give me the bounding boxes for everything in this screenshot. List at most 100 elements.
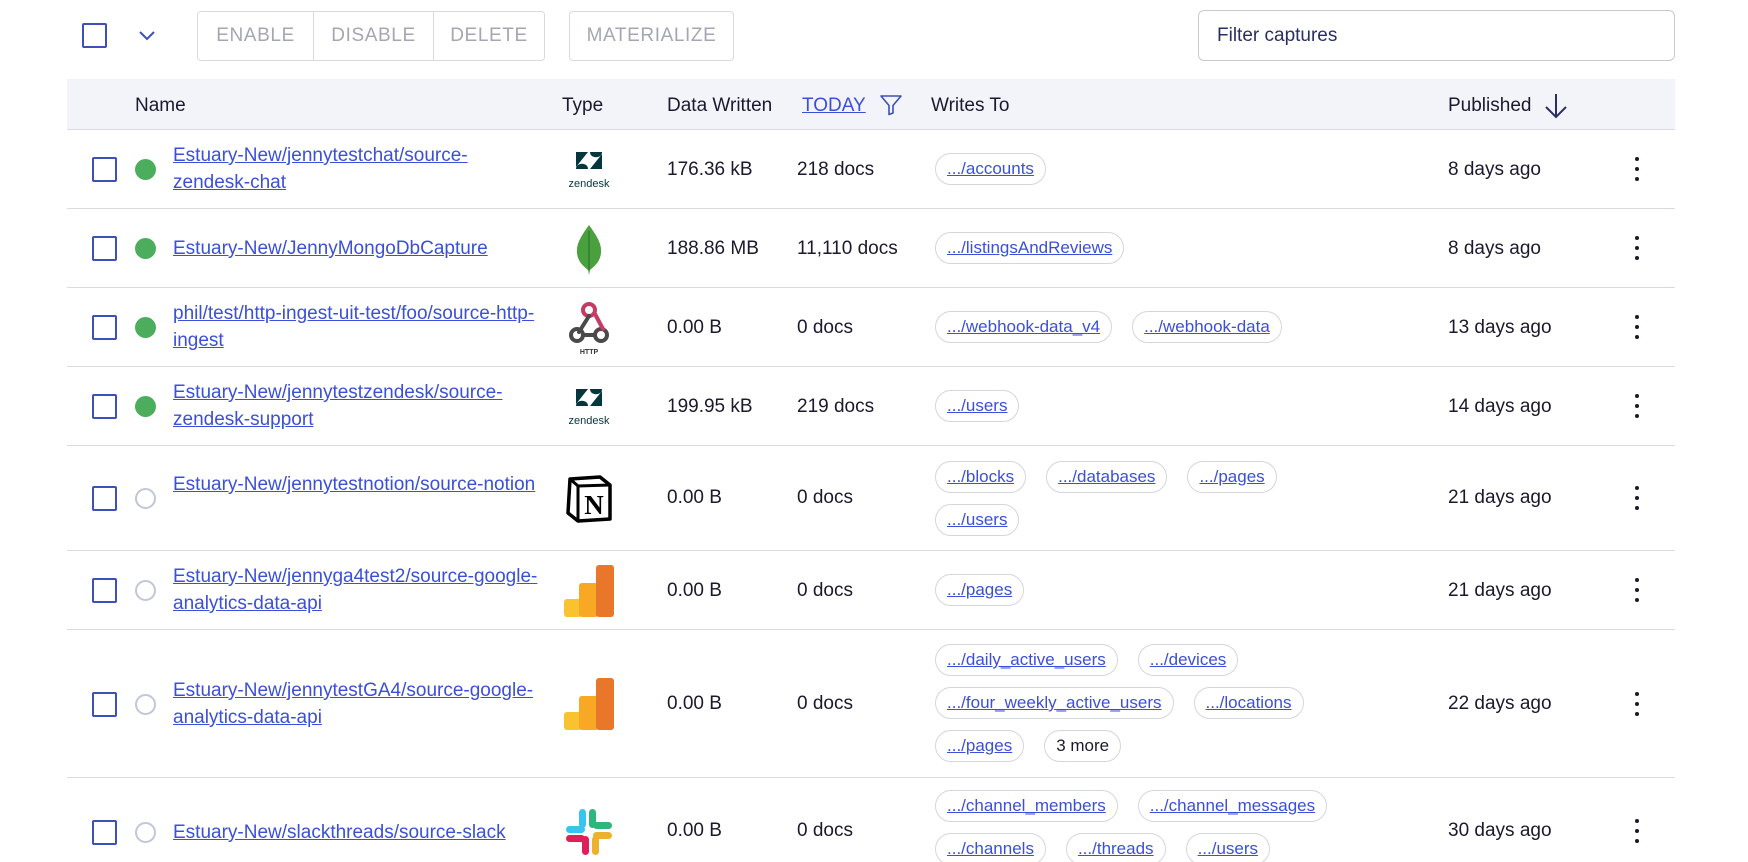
table-row: Estuary-New/jennyga4test2/source-google-… bbox=[67, 551, 1675, 630]
published-time: 21 days ago bbox=[1448, 580, 1552, 601]
capture-name-link[interactable]: Estuary-New/JennyMongoDbCapture bbox=[173, 235, 543, 262]
writes-to-list: .../channel_members .../channel_messages… bbox=[935, 790, 1375, 862]
capture-name-link[interactable]: Estuary-New/jennytestnotion/source-notio… bbox=[173, 471, 543, 498]
collection-chip[interactable]: .../users bbox=[935, 390, 1020, 422]
collection-chip[interactable]: .../daily_active_users bbox=[935, 644, 1118, 676]
status-active-indicator bbox=[135, 159, 156, 180]
capture-name-link[interactable]: phil/test/http-ingest-uit-test/foo/sourc… bbox=[173, 300, 543, 354]
published-time: 14 days ago bbox=[1448, 396, 1552, 417]
docs-count: 0 docs bbox=[797, 487, 853, 508]
table-header: Name Type Data Written TODAY Writes To P… bbox=[67, 79, 1675, 130]
capture-name-link[interactable]: Estuary-New/jennytestchat/source-zendesk… bbox=[173, 142, 543, 196]
enable-button[interactable]: ENABLE bbox=[198, 12, 314, 60]
filter-icon[interactable] bbox=[879, 93, 903, 117]
row-checkbox[interactable] bbox=[92, 157, 117, 182]
row-checkbox[interactable] bbox=[92, 820, 117, 845]
collection-chip[interactable]: .../pages bbox=[1187, 461, 1277, 493]
toolbar: ENABLE DISABLE DELETE MATERIALIZE bbox=[0, 0, 1748, 70]
materialize-button[interactable]: MATERIALIZE bbox=[569, 11, 734, 61]
zendesk-logo-icon: zendesk bbox=[561, 379, 617, 435]
published-time: 8 days ago bbox=[1448, 238, 1541, 259]
table-row: phil/test/http-ingest-uit-test/foo/sourc… bbox=[67, 288, 1675, 367]
collection-chip[interactable]: .../four_weekly_active_users bbox=[935, 687, 1174, 719]
collection-chip[interactable]: .../locations bbox=[1193, 687, 1304, 719]
collection-chip[interactable]: .../webhook-data bbox=[1132, 311, 1282, 343]
captures-table: Name Type Data Written TODAY Writes To P… bbox=[67, 79, 1675, 862]
more-options-icon[interactable] bbox=[1625, 690, 1649, 718]
more-options-icon[interactable] bbox=[1625, 392, 1649, 420]
collection-chip[interactable]: .../users bbox=[1185, 833, 1271, 862]
published-time: 8 days ago bbox=[1448, 159, 1541, 180]
more-options-icon[interactable] bbox=[1625, 155, 1649, 183]
capture-name-link[interactable]: Estuary-New/slackthreads/source-slack bbox=[173, 819, 543, 846]
capture-name-link[interactable]: Estuary-New/jennytestGA4/source-google-a… bbox=[173, 677, 543, 731]
column-header-data-written: Data Written bbox=[667, 95, 773, 116]
collection-chip[interactable]: .../channels bbox=[935, 833, 1046, 862]
collection-chip[interactable]: .../pages bbox=[935, 574, 1025, 606]
collection-chip[interactable]: .../channel_members bbox=[935, 790, 1118, 822]
column-header-published[interactable]: Published bbox=[1448, 95, 1531, 117]
capture-name-link[interactable]: Estuary-New/jennytestzendesk/source-zend… bbox=[173, 379, 543, 433]
docs-count: 0 docs bbox=[797, 693, 853, 714]
delete-button[interactable]: DELETE bbox=[434, 12, 544, 60]
data-written-size: 188.86 MB bbox=[667, 238, 759, 259]
select-all-checkbox[interactable] bbox=[82, 23, 107, 48]
bulk-action-group: ENABLE DISABLE DELETE bbox=[197, 11, 545, 61]
column-header-name[interactable]: Name bbox=[135, 95, 186, 117]
filter-captures-input[interactable] bbox=[1198, 10, 1675, 61]
more-options-icon[interactable] bbox=[1625, 234, 1649, 262]
row-checkbox[interactable] bbox=[92, 315, 117, 340]
mongodb-logo-icon bbox=[561, 221, 617, 277]
writes-to-list: .../daily_active_users .../devices .../f… bbox=[935, 644, 1355, 762]
row-checkbox[interactable] bbox=[92, 236, 117, 261]
docs-count: 218 docs bbox=[797, 159, 875, 180]
sort-descending-arrow-icon[interactable] bbox=[1543, 92, 1569, 120]
status-active-indicator bbox=[135, 396, 156, 417]
data-written-size: 0.00 B bbox=[667, 693, 722, 714]
row-checkbox[interactable] bbox=[92, 394, 117, 419]
period-selector-link[interactable]: TODAY bbox=[802, 95, 866, 117]
status-inactive-indicator bbox=[135, 488, 156, 509]
table-row: Estuary-New/jennytestchat/source-zendesk… bbox=[67, 130, 1675, 209]
collection-chip[interactable]: .../devices bbox=[1137, 644, 1239, 676]
published-time: 13 days ago bbox=[1448, 317, 1552, 338]
writes-to-list: .../webhook-data_v4 .../webhook-data bbox=[935, 311, 1355, 343]
google-analytics-logo-icon bbox=[561, 676, 617, 732]
svg-text:zendesk: zendesk bbox=[569, 415, 610, 427]
more-options-icon[interactable] bbox=[1625, 576, 1649, 604]
row-checkbox[interactable] bbox=[92, 692, 117, 717]
collection-chip[interactable]: .../users bbox=[935, 504, 1020, 536]
notion-logo-icon: N bbox=[561, 471, 617, 527]
status-inactive-indicator bbox=[135, 580, 156, 601]
collection-chip[interactable]: .../listingsAndReviews bbox=[935, 232, 1125, 264]
published-time: 22 days ago bbox=[1448, 693, 1552, 714]
writes-to-list: .../accounts bbox=[935, 153, 1355, 185]
collection-chip[interactable]: .../webhook-data_v4 bbox=[935, 311, 1113, 343]
writes-to-list: .../listingsAndReviews bbox=[935, 232, 1355, 264]
svg-text:zendesk: zendesk bbox=[569, 178, 610, 190]
row-checkbox[interactable] bbox=[92, 578, 117, 603]
more-options-icon[interactable] bbox=[1625, 817, 1649, 845]
docs-count: 219 docs bbox=[797, 396, 875, 417]
collection-chip[interactable]: .../databases bbox=[1046, 461, 1168, 493]
row-checkbox[interactable] bbox=[92, 486, 117, 511]
writes-to-list: .../users bbox=[935, 390, 1355, 422]
slack-logo-icon bbox=[561, 804, 617, 860]
more-options-icon[interactable] bbox=[1625, 313, 1649, 341]
docs-count: 11,110 docs bbox=[797, 238, 898, 259]
table-row: Estuary-New/jennytestzendesk/source-zend… bbox=[67, 367, 1675, 446]
more-options-icon[interactable] bbox=[1625, 484, 1649, 512]
data-written-size: 199.95 kB bbox=[667, 396, 753, 417]
collection-chip[interactable]: .../pages bbox=[935, 730, 1025, 762]
collection-chip[interactable]: .../blocks bbox=[935, 461, 1027, 493]
collection-chip[interactable]: .../channel_messages bbox=[1137, 790, 1328, 822]
more-collections-chip[interactable]: 3 more bbox=[1044, 730, 1122, 762]
collection-chip[interactable]: .../accounts bbox=[935, 153, 1046, 185]
capture-name-link[interactable]: Estuary-New/jennyga4test2/source-google-… bbox=[173, 563, 543, 617]
chevron-down-icon[interactable] bbox=[137, 26, 157, 46]
svg-text:HTTP: HTTP bbox=[580, 349, 599, 356]
google-analytics-logo-icon bbox=[561, 563, 617, 619]
disable-button[interactable]: DISABLE bbox=[314, 12, 434, 60]
collection-chip[interactable]: .../threads bbox=[1065, 833, 1166, 862]
data-written-size: 0.00 B bbox=[667, 487, 722, 508]
